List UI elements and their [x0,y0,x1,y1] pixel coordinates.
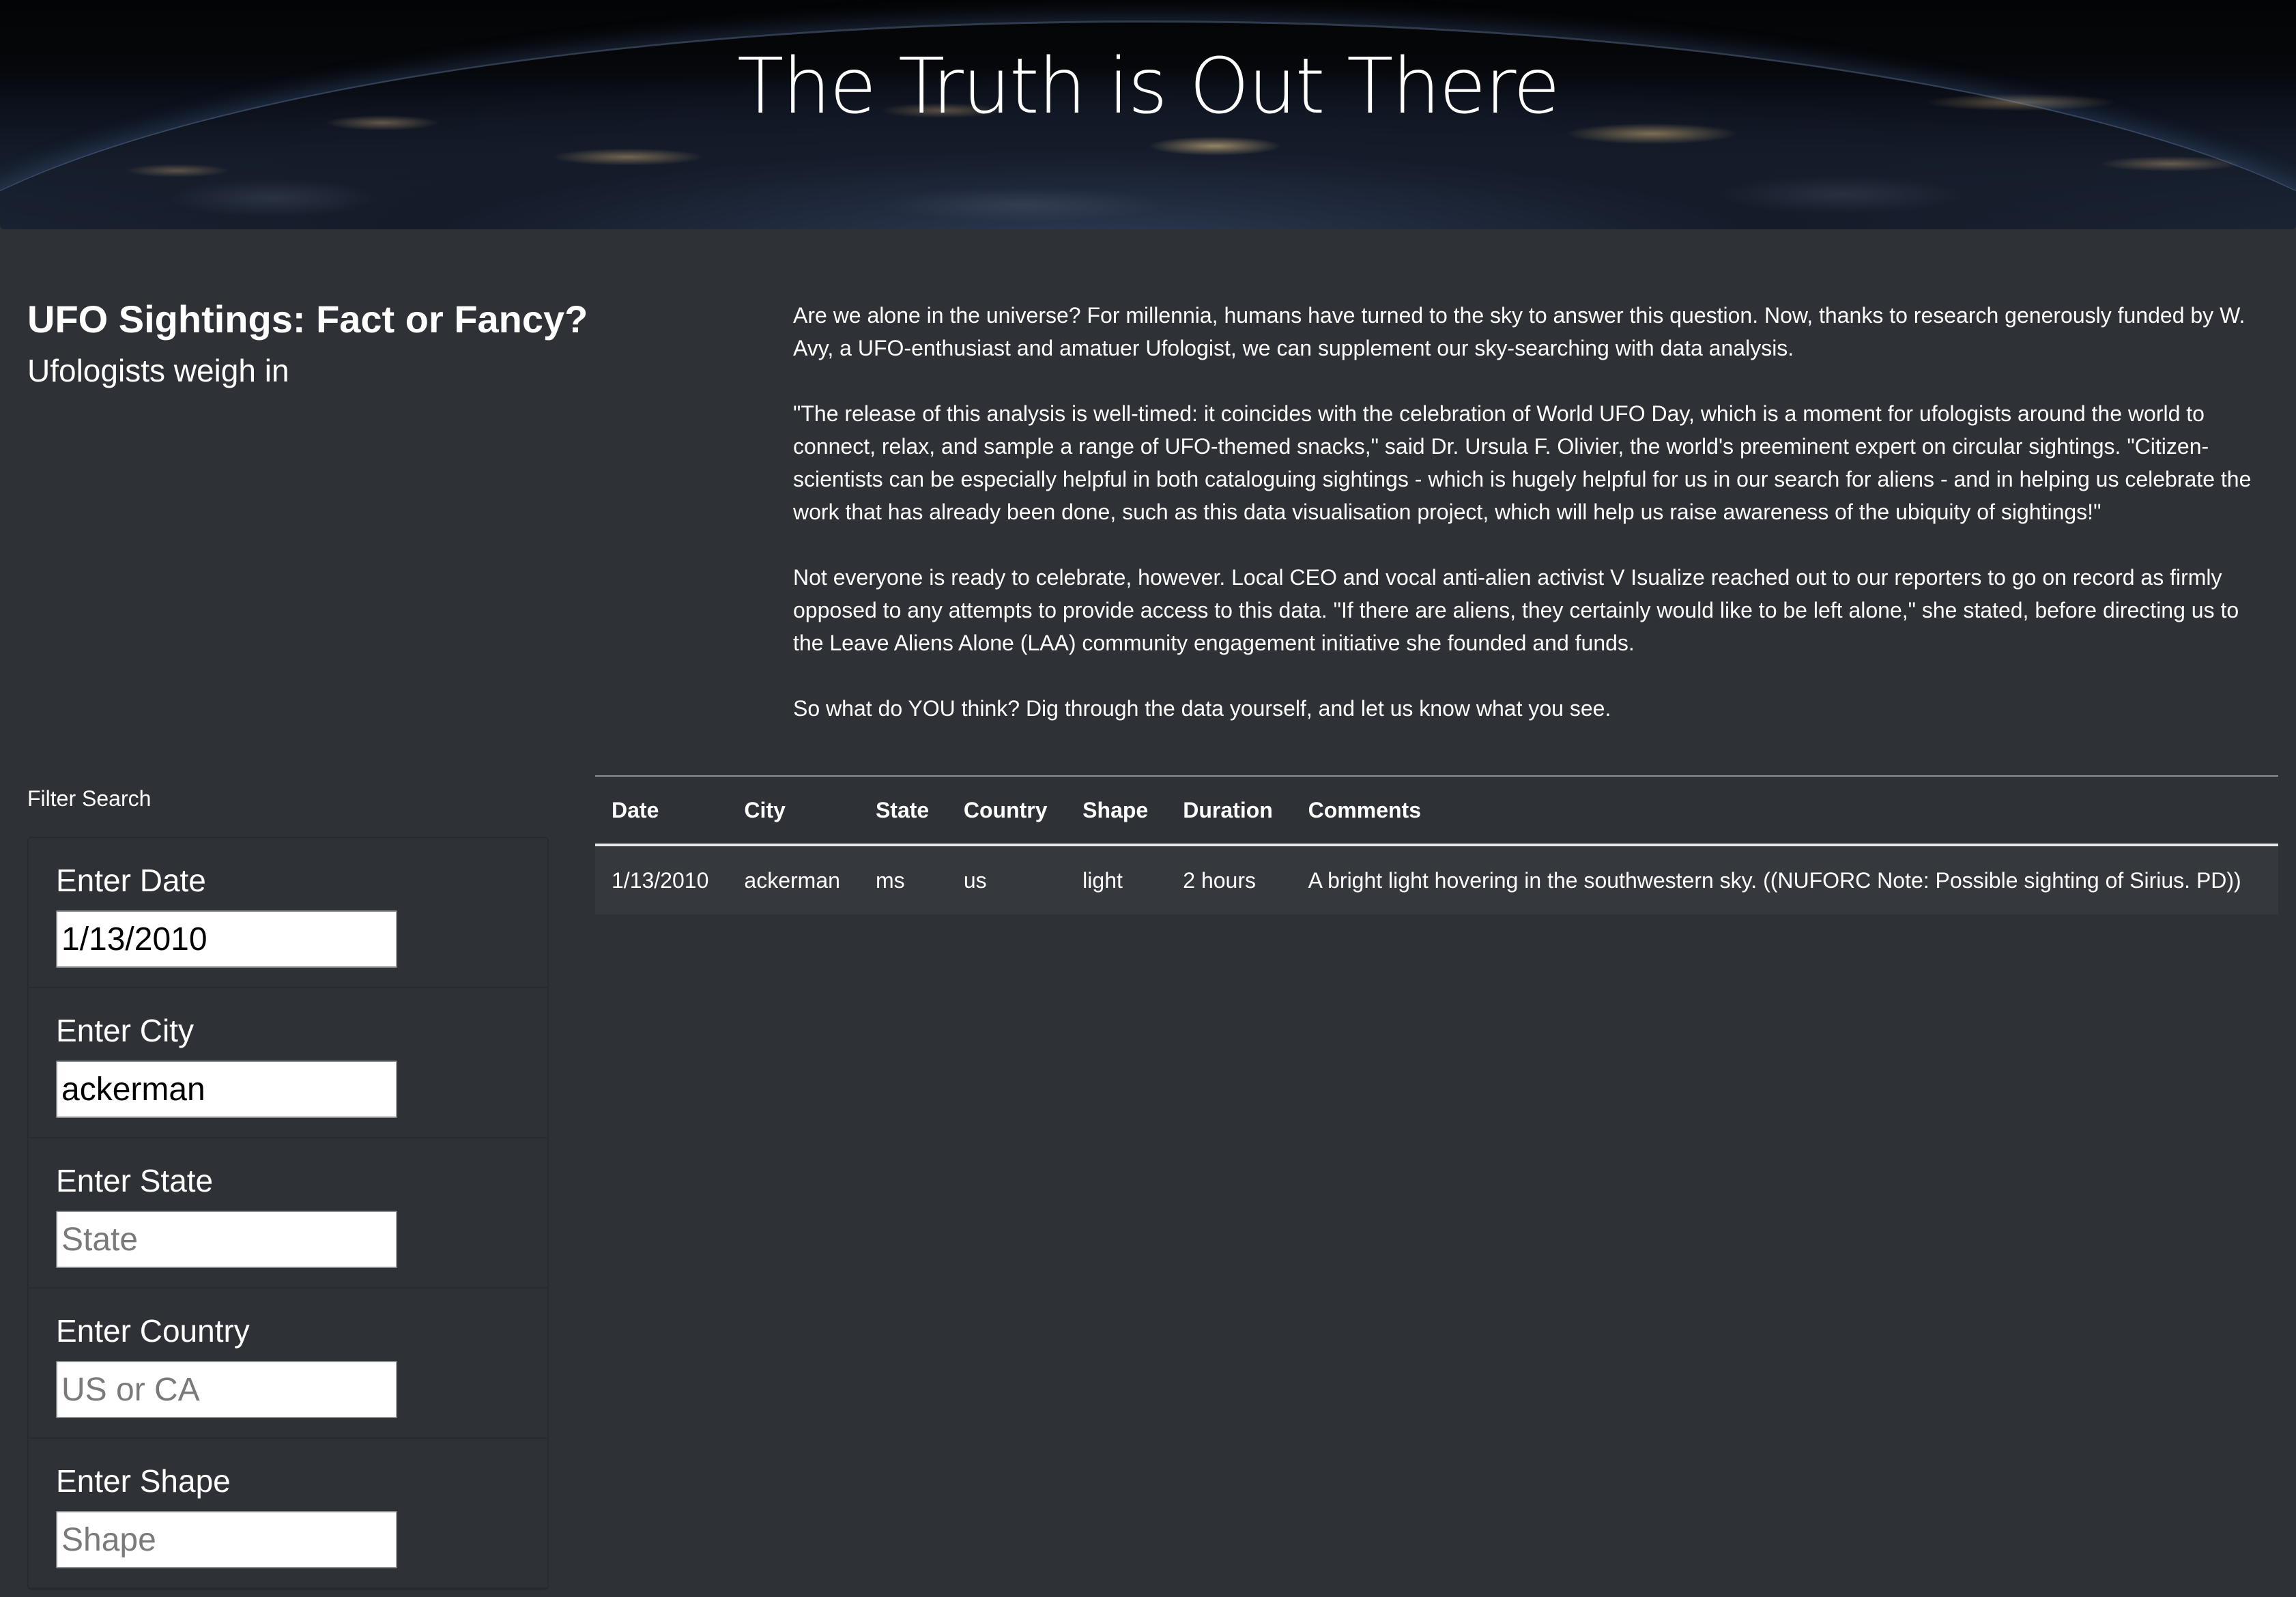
column-header-country: Country [947,775,1067,846]
intro-title: UFO Sightings: Fact or Fancy? [27,298,588,341]
date-label: Enter Date [56,863,206,898]
intro-heading: UFO Sightings: Fact or Fancy? Ufologists… [27,295,710,395]
city-label: Enter City [56,1013,194,1048]
filter-heading: Filter Search [27,786,152,811]
cloud-layer [0,157,2296,229]
column-header-state: State [859,775,947,846]
state-input[interactable] [56,1211,397,1268]
table-header-row: Date City State Country Shape Duration C… [595,775,2278,846]
filter-country: Enter Country [29,1289,547,1439]
cell-shape: light [1066,845,1167,915]
cell-date: 1/13/2010 [595,845,728,915]
article-paragraph: Not everyone is ready to celebrate, howe… [793,565,2239,655]
ufo-table: Date City State Country Shape Duration C… [595,775,2278,915]
country-input[interactable] [56,1361,397,1418]
column-header-comments: Comments [1291,775,2278,846]
column-header-shape: Shape [1066,775,1167,846]
article-paragraph: "The release of this analysis is well-ti… [793,401,2252,524]
header-banner: The Truth is Out There [0,0,2296,229]
filter-shape: Enter Shape [29,1439,547,1589]
intro-subtitle: Ufologists weigh in [27,353,289,388]
table-row: 1/13/2010 ackerman ms us light 2 hours A… [595,845,2278,915]
column-header-duration: Duration [1166,775,1292,846]
cell-state: ms [859,845,947,915]
article-paragraph: So what do YOU think? Dig through the da… [793,696,1611,721]
city-input[interactable] [56,1061,397,1118]
filter-state: Enter State [29,1138,547,1289]
filter-list: Enter Date Enter City Enter State Enter … [27,837,549,1590]
filter-date: Enter Date [29,838,547,988]
shape-label: Enter Shape [56,1463,231,1499]
article-body: Are we alone in the universe? For millen… [793,299,2274,758]
filter-city: Enter City [29,988,547,1138]
column-header-city: City [728,775,859,846]
cell-country: us [947,845,1067,915]
page-title: The Truth is Out There [737,42,1560,131]
article-paragraph: Are we alone in the universe? For millen… [793,303,2245,360]
state-label: Enter State [56,1163,214,1198]
cell-city: ackerman [728,845,859,915]
shape-input[interactable] [56,1511,397,1568]
date-input[interactable] [56,910,397,968]
country-label: Enter Country [56,1313,250,1349]
cell-duration: 2 hours [1166,845,1292,915]
cell-comments: A bright light hovering in the southwest… [1291,845,2278,915]
column-header-date: Date [595,775,728,846]
